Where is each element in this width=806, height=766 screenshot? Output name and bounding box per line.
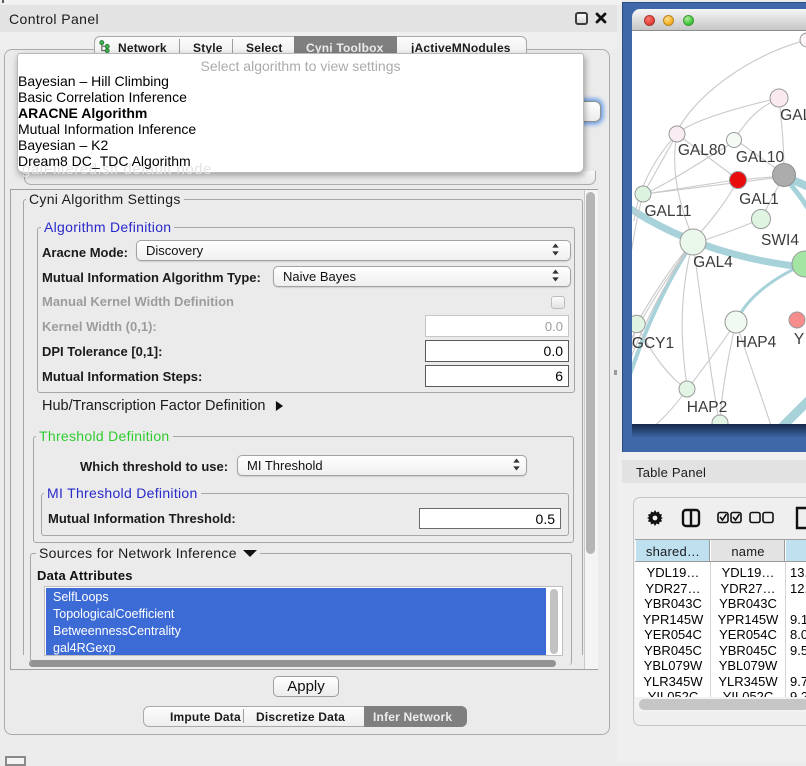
svg-text:HAP2: HAP2 — [687, 399, 728, 416]
svg-text:GAL80: GAL80 — [678, 142, 727, 159]
svg-text:GAL1: GAL1 — [739, 191, 779, 208]
svg-text:SWI4: SWI4 — [761, 232, 799, 249]
svg-text:HAP4: HAP4 — [736, 334, 777, 351]
svg-text:GAL7: GAL7 — [780, 107, 806, 124]
svg-text:GAL11: GAL11 — [644, 203, 691, 220]
svg-text:GAL4: GAL4 — [693, 254, 733, 271]
svg-text:GCY1: GCY1 — [632, 335, 674, 352]
svg-text:GAL10: GAL10 — [736, 149, 785, 166]
svg-text:Y: Y — [794, 331, 804, 348]
